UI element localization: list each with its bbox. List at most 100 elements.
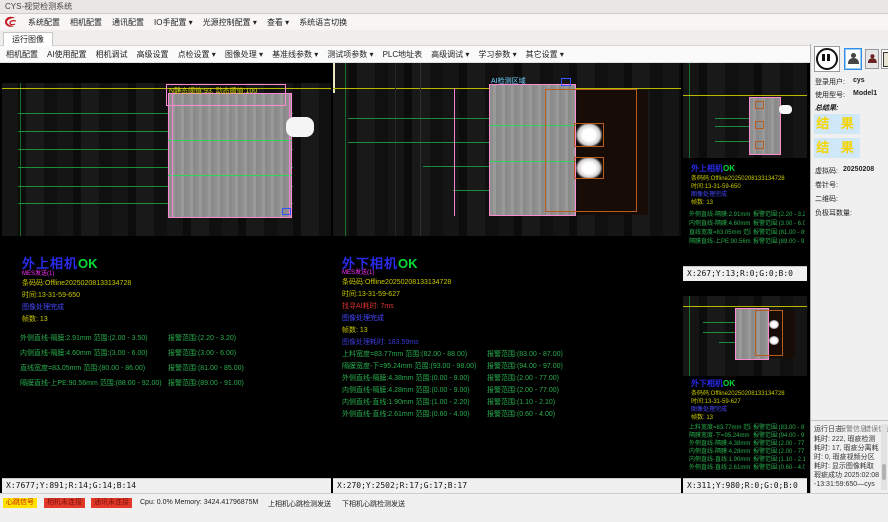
ai-detect-box-orange bbox=[755, 310, 783, 356]
toolbar-item-advanced-settings[interactable]: 高级设置 bbox=[137, 49, 169, 60]
model-value: Model1 bbox=[853, 90, 877, 97]
toolbar-item-spot-check[interactable]: 点检设置 ▾ bbox=[178, 49, 216, 60]
toolbar-item-advanced-debug[interactable]: 高级调试 ▾ bbox=[431, 49, 469, 60]
frame-count-text: 帧数: 13 bbox=[342, 325, 368, 335]
thumbnail-image-upper[interactable] bbox=[683, 63, 807, 158]
tab-bar: 运行图像 bbox=[0, 30, 888, 46]
pause-button[interactable] bbox=[814, 46, 840, 72]
tab-run-image[interactable]: 运行图像 bbox=[3, 32, 53, 47]
upper-camera-heartbeat-text: 上相机心跳检测发送 bbox=[268, 499, 331, 509]
measurement-value: 外侧直线-隔膜:4.38mm 范围:(0.00 - 9.00) bbox=[342, 373, 470, 383]
status-bar: 心跳信号 相机未连接 通讯未连接 Cpu: 0.0% Memory: 3424.… bbox=[0, 493, 888, 522]
camera-image-lower[interactable]: AI检测区域 bbox=[333, 63, 681, 236]
toolbar-item-baseline-params[interactable]: 基准线参数 ▾ bbox=[272, 49, 318, 60]
toolbar-item-other-settings[interactable]: 其它设置 ▾ bbox=[526, 49, 564, 60]
baseline-yellow bbox=[683, 306, 807, 307]
sidebar: 登录用户: cys 使用型号: Model1 总结果: 结 果 结 果 虚拟码:… bbox=[810, 44, 888, 493]
cpu-memory-text: Cpu: 0.0% Memory: 3424.41796875M bbox=[140, 499, 258, 506]
result-ok: OK bbox=[723, 379, 735, 388]
pixel-status-lower: X:270;Y:2502;R:17;G:17;B:17 bbox=[333, 478, 681, 493]
menu-item-light-config[interactable]: 光源控制配置 ▾ bbox=[203, 17, 257, 28]
login-user-label: 登录用户: bbox=[815, 77, 845, 87]
ai-target-box bbox=[755, 141, 764, 149]
thumbnail-panel-upper[interactable]: 外上相机OK 条码码:Offline20250208133134728 时间:1… bbox=[683, 63, 807, 281]
log-tab-alarm[interactable]: 报警信息 bbox=[839, 424, 867, 434]
ai-target-box bbox=[574, 123, 604, 147]
alarm-range: 报警范围:(2.20 - 3.20) bbox=[753, 209, 805, 218]
exit-button[interactable] bbox=[881, 49, 888, 69]
log-divider bbox=[811, 420, 888, 421]
ai-target-box bbox=[574, 157, 604, 179]
ai-target-box bbox=[755, 101, 764, 109]
alarm-range: 报警范围:(1.10 - 2.10) bbox=[487, 397, 555, 407]
alarm-range: 报警范围:(94.00 - 97.00) bbox=[487, 361, 563, 371]
edge-line-pink bbox=[454, 88, 455, 216]
product-region bbox=[168, 93, 292, 218]
toolbar-item-ai-usage-config[interactable]: AI使用配置 bbox=[47, 49, 87, 60]
camera-panel-upper[interactable]: N静态阈值:93, 动态阈值:100 外上相机OK MES发送(1) 条码码:O… bbox=[2, 63, 331, 493]
threshold-overlay: N静态阈值:93, 动态阈值:100 bbox=[166, 84, 286, 106]
pixel-status-upper-thumb: X:267;Y:13;R:0;G:0;B:0 bbox=[683, 266, 807, 281]
marker-blue bbox=[282, 208, 291, 215]
log-tab-run[interactable]: 运行日志 bbox=[814, 424, 842, 434]
measurement-value: 内侧直线-隔膜:4.60mm 范围:(3.00 - 6.00) bbox=[20, 348, 148, 358]
measurement-value: 外侧直线-隔膜:2.91mm 范围:(2.00 - 3.50) bbox=[20, 333, 148, 343]
camera-panel-lower[interactable]: AI检测区域 外下相机OK MES发送(1) 条码码:Offline202502… bbox=[333, 63, 681, 493]
toolbar-item-camera-config[interactable]: 相机配置 bbox=[6, 49, 38, 60]
alarm-range: 报警范围:(3.00 - 6.00) bbox=[168, 348, 236, 358]
toolbar-item-plc-address[interactable]: PLC地址表 bbox=[383, 49, 423, 60]
thumbnail-image-lower[interactable] bbox=[683, 296, 807, 376]
toolbar-item-test-params[interactable]: 测试项参数 ▾ bbox=[327, 49, 373, 60]
process-done-text: 图像处理完成 bbox=[22, 302, 64, 312]
camera-name-text: 外上相机 bbox=[691, 164, 723, 173]
app-logo-icon bbox=[4, 16, 18, 28]
pixel-status-lower-thumb: X:311;Y:980;R:0;G:0;B:0 bbox=[683, 478, 807, 493]
log-scrollbar-thumb[interactable] bbox=[882, 464, 886, 480]
ai-time-text: 找寻AI耗时: 7ms bbox=[342, 301, 394, 311]
threshold-text: N静态阈值:93, 动态阈值:100 bbox=[169, 86, 257, 96]
login-user-button[interactable] bbox=[844, 48, 862, 70]
menu-item-comm-config[interactable]: 通讯配置 bbox=[112, 17, 144, 28]
model-label: 使用型号: bbox=[815, 90, 845, 100]
menu-item-camera-config[interactable]: 相机配置 bbox=[70, 17, 102, 28]
toolbar-item-image-processing[interactable]: 图像处理 ▾ bbox=[225, 49, 263, 60]
alarm-range: 报警范围:(89.00 - 91.00) bbox=[168, 378, 244, 388]
process-done-text: 图像处理完成 bbox=[342, 313, 384, 323]
toolbar-item-learning-params[interactable]: 学习参数 ▾ bbox=[478, 49, 516, 60]
barcode-text: 条码码:Offline20250208133134728 bbox=[22, 278, 131, 288]
edge-line-pink bbox=[172, 93, 173, 218]
thumbnail-panel-lower[interactable]: 外下相机OK 条码码:Offline20250208133134728 时间:1… bbox=[683, 282, 807, 493]
pause-icon bbox=[816, 48, 838, 70]
reflection-glint bbox=[769, 336, 779, 345]
menu-item-io-config[interactable]: IO手配置 ▾ bbox=[154, 17, 193, 28]
menu-item-view[interactable]: 查看 ▾ bbox=[267, 17, 289, 28]
menu-item-system-config[interactable]: 系统配置 bbox=[28, 17, 60, 28]
heartbeat-badge: 心跳信号 bbox=[3, 498, 37, 508]
edge-line-pink bbox=[289, 93, 290, 218]
alarm-range: 报警范围:(2.00 - 77.00) bbox=[487, 373, 559, 383]
alarm-range: 报警范围:(3.00 - 6.00) bbox=[753, 218, 805, 227]
window-title: CYS-视觉检测系统 bbox=[5, 2, 72, 11]
app-window: CYS-视觉检测系统 系统配置 相机配置 通讯配置 IO手配置 ▾ 光源控制配置… bbox=[0, 0, 888, 522]
marker-blue bbox=[561, 78, 571, 86]
measure-line-bright bbox=[168, 175, 292, 176]
total-result-label: 总结果: bbox=[815, 103, 838, 113]
frame-count-text: 帧数: 13 bbox=[691, 412, 713, 421]
measurement-value: 隔膜直线-上PE:90.56mm 范围:(88.00 - 92.00) bbox=[689, 236, 751, 245]
measurement-value: 内侧直线-直线:1.90mm 范围:(1.00 - 2.20) bbox=[342, 397, 470, 407]
menu-item-language-switch[interactable]: 系统语言切换 bbox=[299, 17, 347, 28]
ai-target-box bbox=[755, 121, 764, 129]
frame-count-text: 帧数: 13 bbox=[691, 197, 713, 206]
camera-name-text: 外下相机 bbox=[691, 379, 723, 388]
camera-connection-badge: 相机未连接 bbox=[44, 498, 85, 508]
product-region bbox=[749, 97, 781, 155]
toolbar-item-camera-debug[interactable]: 相机调试 bbox=[96, 49, 128, 60]
exit-door-icon bbox=[883, 52, 888, 67]
roller-highlight bbox=[286, 117, 314, 137]
measurement-value: 直线宽度=83.05mm 范围:(80.00 - 86.00) bbox=[20, 363, 145, 373]
barcode-text: 条码码:Offline20250208133134728 bbox=[342, 277, 451, 287]
log-scrollbar[interactable] bbox=[881, 424, 887, 490]
pixel-status-upper: X:7677;Y:891;R:14;G:14;B:14 bbox=[2, 478, 331, 493]
operator-button[interactable] bbox=[865, 49, 879, 69]
camera-image-upper[interactable]: N静态阈值:93, 动态阈值:100 bbox=[2, 83, 331, 236]
